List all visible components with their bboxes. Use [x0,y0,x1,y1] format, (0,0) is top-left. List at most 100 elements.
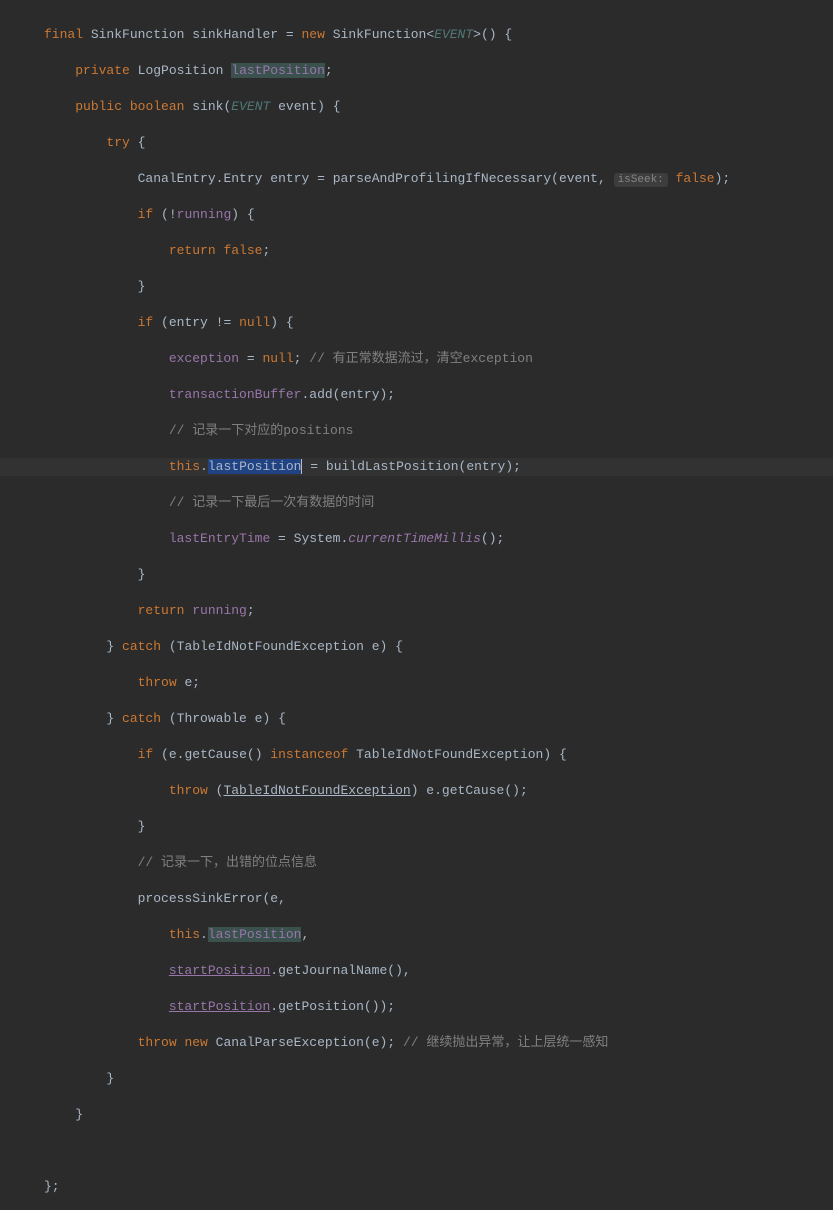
field: lastEntryTime [169,531,270,546]
type: Throwable [177,711,247,726]
keyword-new: new [184,1035,207,1050]
code-line[interactable]: processSinkError(e, [0,890,833,908]
comment: // 有正常数据流过，清空exception [309,351,533,366]
keyword-catch: catch [122,711,161,726]
type: System [294,531,341,546]
code-line[interactable] [0,1142,833,1160]
keyword-public: public [75,99,122,114]
method-call: getCause [184,747,246,762]
code-line[interactable]: if (entry != null) { [0,314,833,332]
code-line[interactable]: CanalEntry.Entry entry = parseAndProfili… [0,170,833,188]
code-line[interactable]: public boolean sink(EVENT event) { [0,98,833,116]
code-line[interactable]: try { [0,134,833,152]
var: e [169,747,177,762]
code-line[interactable]: exception = null; // 有正常数据流过，清空exception [0,350,833,368]
arg: e [372,1035,380,1050]
generic-type: EVENT [231,99,270,114]
text-cursor [301,459,302,474]
field-selected: lastPosition [208,459,302,474]
code-line[interactable]: }; [0,1178,833,1196]
keyword-private: private [75,63,130,78]
keyword-throw: throw [138,675,177,690]
code-line[interactable]: throw e; [0,674,833,692]
code-line[interactable]: throw new CanalParseException(e); // 继续抛… [0,1034,833,1052]
code-line[interactable]: final SinkFunction sinkHandler = new Sin… [0,26,833,44]
type: SinkFunction [333,27,427,42]
arg: e [270,891,278,906]
keyword-this: this [169,459,200,474]
code-line[interactable]: private LogPosition lastPosition; [0,62,833,80]
field: running [177,207,232,222]
field: exception [169,351,239,366]
code-line[interactable]: } [0,278,833,296]
keyword-null: null [262,351,293,366]
param-hint: isSeek: [614,173,668,187]
keyword-throw: throw [169,783,208,798]
keyword-try: try [106,135,129,150]
method-call: processSinkError [138,891,263,906]
method-call: parseAndProfilingIfNecessary [333,171,551,186]
type: LogPosition [138,63,224,78]
code-line[interactable]: } catch (TableIdNotFoundException e) { [0,638,833,656]
keyword-if: if [138,207,154,222]
code-line[interactable]: if (!running) { [0,206,833,224]
code-line[interactable]: lastEntryTime = System.currentTimeMillis… [0,530,833,548]
var: e [255,711,263,726]
field-highlighted: lastPosition [208,927,302,942]
keyword-null: null [239,315,270,330]
keyword-if: if [138,747,154,762]
code-line[interactable]: transactionBuffer.add(entry); [0,386,833,404]
keyword-if: if [138,315,154,330]
code-line[interactable]: startPosition.getPosition()); [0,998,833,1016]
code-line[interactable]: startPosition.getJournalName(), [0,962,833,980]
field: running [192,603,247,618]
static-method: currentTimeMillis [348,531,481,546]
type-cast: TableIdNotFoundException [223,783,410,798]
code-line[interactable]: } catch (Throwable e) { [0,710,833,728]
keyword-instanceof: instanceof [270,747,348,762]
type: SinkFunction [91,27,185,42]
method-call: buildLastPosition [326,459,459,474]
code-line[interactable]: } [0,818,833,836]
code-line[interactable]: throw (TableIdNotFoundException) e.getCa… [0,782,833,800]
code-line[interactable]: } [0,566,833,584]
code-editor[interactable]: final SinkFunction sinkHandler = new Sin… [0,0,833,1210]
arg: entry [340,387,379,402]
var: e [372,639,380,654]
method-call: getPosition [278,999,364,1014]
field-underline: startPosition [169,963,270,978]
code-line[interactable]: } [0,1070,833,1088]
keyword-false: false [676,171,715,186]
code-line[interactable]: // 记录一下对应的positions [0,422,833,440]
keyword-final: final [44,27,83,42]
param: event [278,99,317,114]
method-call: add [309,387,332,402]
keyword-this: this [169,927,200,942]
method-call: getJournalName [278,963,387,978]
code-line[interactable]: if (e.getCause() instanceof TableIdNotFo… [0,746,833,764]
method-call: getCause [442,783,504,798]
keyword-return: return [138,603,185,618]
code-line-current[interactable]: this.lastPosition = buildLastPosition(en… [0,458,833,476]
method-name: sink [192,99,223,114]
keyword-new: new [302,27,325,42]
comment: // 记录一下对应的positions [169,423,354,438]
keyword-boolean: boolean [130,99,185,114]
keyword-throw: throw [138,1035,177,1050]
var: entry [169,315,208,330]
keyword-catch: catch [122,639,161,654]
arg: event [559,171,598,186]
var: entry [270,171,309,186]
var: e [426,783,434,798]
comment: // 记录一下最后一次有数据的时间 [169,495,374,510]
comment: // 记录一下，出错的位点信息 [138,855,317,870]
code-line[interactable]: } [0,1106,833,1124]
code-line[interactable]: this.lastPosition, [0,926,833,944]
comment: // 继续抛出异常，让上层统一感知 [403,1035,608,1050]
type: CanalEntry.Entry [138,171,263,186]
field-highlighted: lastPosition [231,63,325,78]
code-line[interactable]: // 记录一下最后一次有数据的时间 [0,494,833,512]
code-line[interactable]: return false; [0,242,833,260]
type: TableIdNotFoundException [177,639,364,654]
code-line[interactable]: // 记录一下，出错的位点信息 [0,854,833,872]
